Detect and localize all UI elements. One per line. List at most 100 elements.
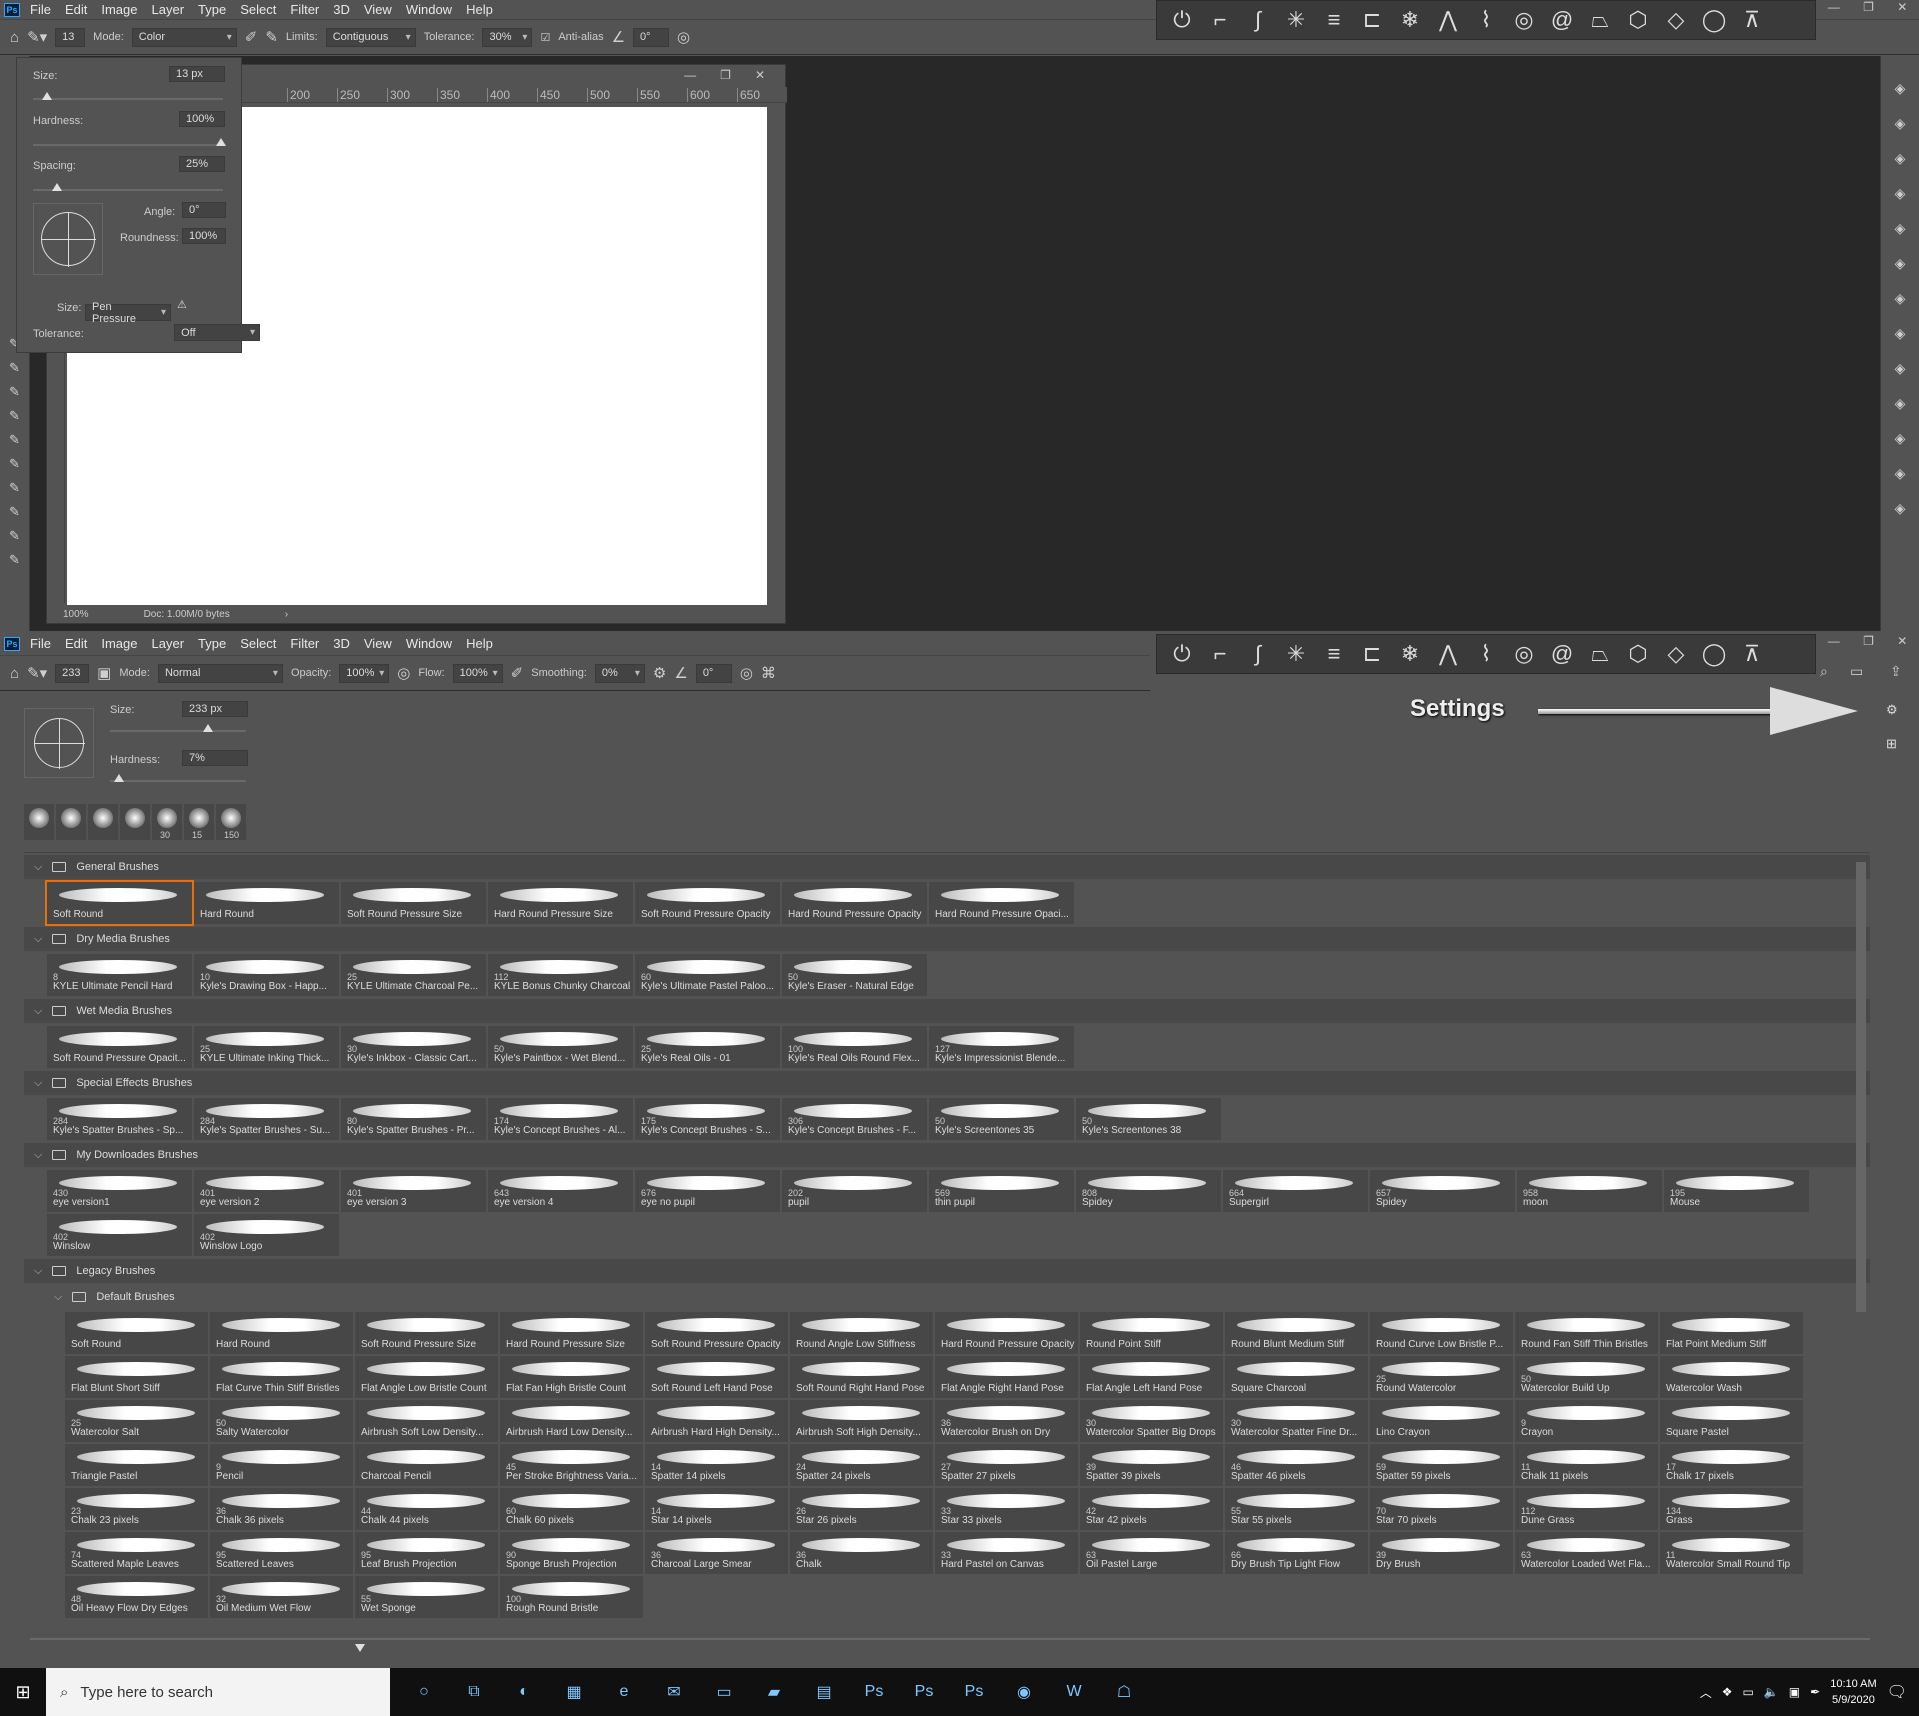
restore-icon-2[interactable]: ❐ [1863,634,1874,653]
menu-edit-2[interactable]: Edit [65,636,87,651]
task-view-icon[interactable]: ⧉ [450,1668,498,1716]
store-icon[interactable]: ▦ [550,1668,598,1716]
brush-preset[interactable]: Soft Round [45,880,194,926]
trapezoid-icon[interactable]: ⏢ [1581,7,1619,33]
brush-preset[interactable]: 26 Star 26 pixels [790,1488,933,1530]
minimize-icon[interactable]: — [1828,0,1840,19]
menu-3d[interactable]: 3D [333,2,350,17]
brush-preset[interactable]: 958 moon [1517,1170,1662,1212]
brush-preset[interactable]: 39 Dry Brush [1370,1532,1513,1574]
brush-preset[interactable]: Flat Angle Left Hand Pose [1080,1356,1223,1398]
battery-icon[interactable]: ▭ [1743,1685,1754,1699]
styles-icon[interactable]: ◈ [1895,395,1906,412]
brush-preset[interactable]: 50 Watercolor Build Up [1515,1356,1658,1398]
brush-preset[interactable]: Flat Point Medium Stiff [1660,1312,1803,1354]
gear-icon[interactable]: ⚙ [653,664,666,682]
brush-preset[interactable]: 23 Chalk 23 pixels [65,1488,208,1530]
wizard-icon[interactable]: ☖ [1100,1668,1148,1716]
popup-spacing-field[interactable]: 25% [179,156,225,172]
pointer-icon[interactable]: ✎ [9,552,20,568]
search-icon[interactable]: ⌕ [1820,663,1828,680]
cortana-icon[interactable]: ○ [400,1668,448,1716]
brush-preset[interactable]: 174 Kyle's Concept Brushes - Al... [488,1098,633,1140]
menu-file[interactable]: File [30,2,51,17]
burst-icon[interactable]: ✳ [1277,7,1315,33]
type-icon[interactable]: ✎ [9,456,20,472]
cube-icon[interactable]: ⬡ [1619,7,1657,33]
pen-tool-icon[interactable]: ✎ [9,432,20,448]
brush-preset[interactable]: 25 KYLE Ultimate Inking Thick... [194,1026,339,1068]
airbrush-icon[interactable]: ✐ [245,28,258,46]
close-icon[interactable]: ✕ [1897,0,1907,19]
move-icon[interactable]: ✎ [9,528,20,544]
brush-preset[interactable]: 24 Spatter 24 pixels [790,1444,933,1486]
brush-preset[interactable]: 401 eye version 3 [341,1170,486,1212]
menu-select[interactable]: Select [240,2,276,17]
brush-preset[interactable]: 8 KYLE Ultimate Pencil Hard [47,954,192,996]
brush-preset[interactable]: 36 Charcoal Large Smear [645,1532,788,1574]
bottom-mode-select[interactable]: Normal [157,663,283,683]
menu-type-2[interactable]: Type [198,636,226,651]
menu-type[interactable]: Type [198,2,226,17]
top-tolerance-field[interactable]: 30% [482,27,533,47]
brush-preset[interactable]: Charcoal Pencil [355,1444,498,1486]
close-icon-2[interactable]: ✕ [1897,634,1907,653]
symmetry-icon[interactable]: ⌘ [761,664,776,682]
terminal-icon[interactable]: ▭ [700,1668,748,1716]
brush-preset[interactable]: 808 Spidey [1076,1170,1221,1212]
brush-preset[interactable]: Lino Crayon [1370,1400,1513,1442]
power-icon-2[interactable]: ⏻ [1163,641,1201,667]
brush-tool-icon-2[interactable]: ✎▾ [27,664,47,682]
brush-preset[interactable]: 112 KYLE Bonus Chunky Charcoal [488,954,633,996]
brush-preset[interactable]: 55 Wet Sponge [355,1576,498,1618]
spiral-icon-2[interactable]: @ [1543,641,1581,667]
curve-icon-2[interactable]: ∫ [1239,641,1277,667]
notification-icon[interactable]: 🗨 [1887,1682,1907,1702]
ring-icon[interactable]: ◎ [1505,7,1543,33]
brush-preset[interactable]: Flat Fan High Bristle Count [500,1356,643,1398]
network-icon[interactable]: ▣ [1789,1685,1800,1699]
chevron-down-icon[interactable]: ⌵ [34,861,42,874]
brush-preset[interactable]: 50 Kyle's Paintbox - Wet Blend... [488,1026,633,1068]
brush-preset[interactable]: 32 Oil Medium Wet Flow [210,1576,353,1618]
brush-preset[interactable]: 45 Per Stroke Brightness Varia... [500,1444,643,1486]
edge-icon[interactable]: e [600,1668,648,1716]
brush-preset[interactable]: 14 Spatter 14 pixels [645,1444,788,1486]
antialias-checkbox[interactable]: ☑ [540,31,550,44]
clone-icon[interactable]: ◈ [1895,255,1906,272]
recent-brush[interactable]: 30 [152,804,182,840]
notes-icon[interactable]: ◈ [1895,430,1906,447]
brush-group-header[interactable]: ⌵ General Brushes [24,855,1870,879]
brush-preset[interactable]: 46 Spatter 46 pixels [1225,1444,1368,1486]
preview-size-knob[interactable] [355,1644,365,1652]
brush-preset[interactable]: Soft Round [65,1312,208,1354]
brush-preset[interactable]: 195 Mouse [1664,1170,1809,1212]
brush-preset[interactable]: Soft Round Left Hand Pose [645,1356,788,1398]
brush-preset[interactable]: Flat Angle Right Hand Pose [935,1356,1078,1398]
top-brush-size[interactable]: 13 [55,27,86,47]
brush-group-header[interactable]: ⌵ Special Effects Brushes [24,1071,1870,1095]
lines-icon-2[interactable]: ≡ [1315,641,1353,667]
menu-layer[interactable]: Layer [152,2,185,17]
dropbox-icon[interactable]: ❖ [1722,1685,1733,1699]
edge-dev-icon[interactable]: ◐ [500,1668,548,1716]
chevron-down-icon[interactable]: ⌵ [34,1149,42,1162]
settings-gear-icon[interactable]: ⚙ [1886,702,1898,718]
brush-preset[interactable]: Hard Round Pressure Size [500,1312,643,1354]
popup-size-field[interactable]: 13 px [169,66,225,82]
menu-filter[interactable]: Filter [290,2,319,17]
ring-icon-2[interactable]: ◎ [1505,641,1543,667]
brush-preset[interactable]: Airbrush Hard Low Density... [500,1400,643,1442]
brightness-icon[interactable]: ◈ [1895,80,1906,97]
brush-preset[interactable]: 25 Round Watercolor [1370,1356,1513,1398]
lines-icon[interactable]: ≡ [1315,7,1353,33]
compass-icon[interactable]: ⊼ [1733,7,1771,33]
frame-icon[interactable]: ⊏ [1353,7,1391,33]
brush-preset[interactable]: 95 Leaf Brush Projection [355,1532,498,1574]
character-icon[interactable]: ◈ [1895,290,1906,307]
brush-group-header[interactable]: ⌵ Dry Media Brushes [24,927,1870,951]
calculator-icon[interactable]: ▤ [800,1668,848,1716]
compass-icon-2[interactable]: ⊼ [1733,641,1771,667]
brush-preset[interactable]: Round Blunt Medium Stiff [1225,1312,1368,1354]
snowflake-icon[interactable]: ❄ [1391,7,1429,33]
